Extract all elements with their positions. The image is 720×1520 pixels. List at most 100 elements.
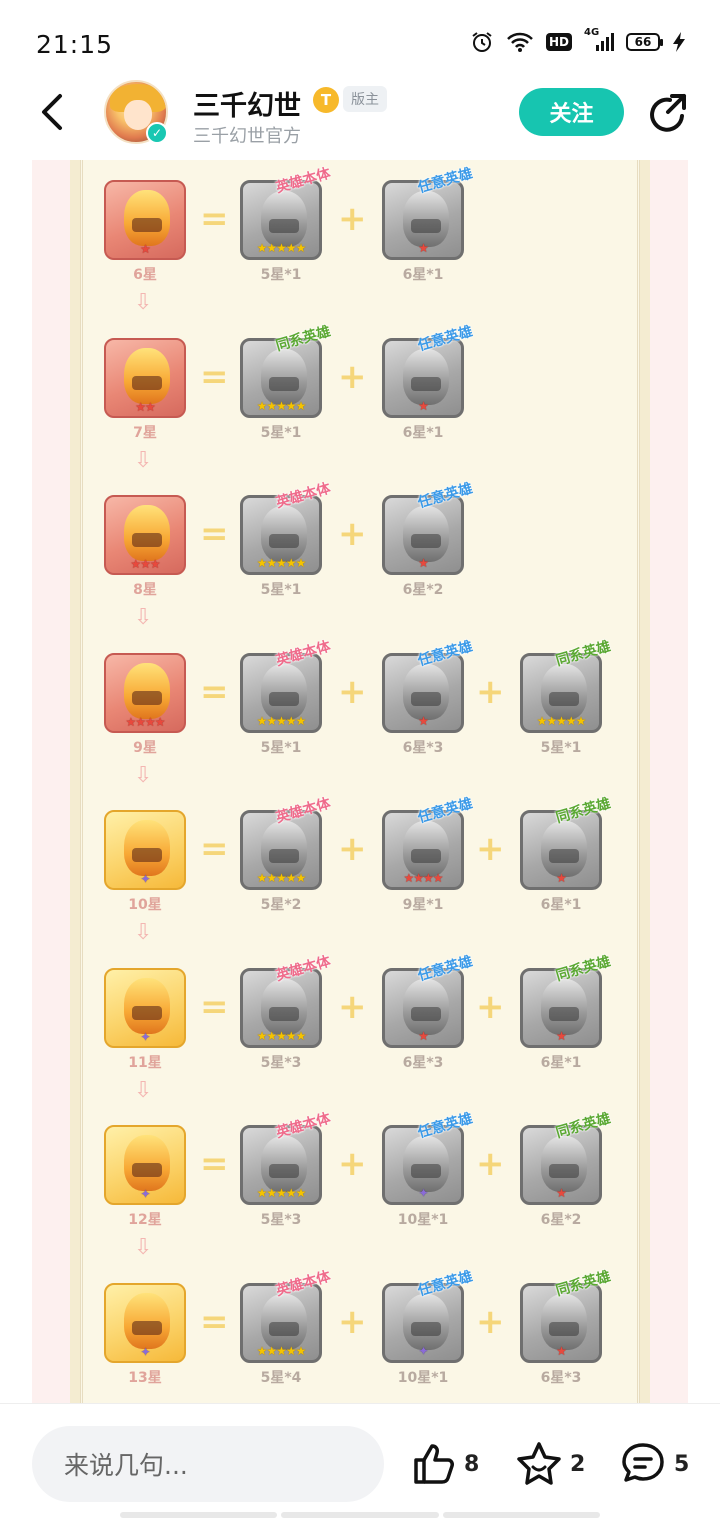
helmet-visor <box>411 1006 441 1021</box>
back-button[interactable] <box>34 92 74 132</box>
material-stars: ★★★★★ <box>256 713 307 728</box>
signal-icon: 4G <box>584 27 614 53</box>
equals-sign: = <box>200 829 229 869</box>
helmet-icon <box>541 1293 587 1350</box>
down-arrow-icon: ⇩ <box>134 290 153 315</box>
material-requirement: 9星*1 <box>402 897 444 913</box>
comment-count: 5 <box>674 1451 690 1477</box>
material-stars: ✦ <box>418 1343 428 1358</box>
target-star-label: 9星 <box>133 739 157 756</box>
helmet-visor <box>411 219 441 233</box>
target-hero-tile: ✦ <box>104 1125 186 1205</box>
upgrade-row: ✦ 12星 = ★★★★★ 英雄本体 5星*3 + ✦ 任意英雄 10星*1 + ★ 同系英雄 6星*2 ⇩ <box>32 1111 688 1265</box>
comment-input[interactable]: 来说几句... <box>32 1426 384 1502</box>
helmet-icon <box>124 977 170 1034</box>
target-hero-tile: ★★★ <box>104 495 186 575</box>
material-requirement: 6星*3 <box>402 739 444 756</box>
helmet-icon <box>261 821 307 877</box>
helmet-icon <box>124 1135 170 1191</box>
favorite-button[interactable]: 2 <box>516 1440 585 1488</box>
material-stars: ★ <box>418 556 429 570</box>
helmet-icon <box>403 348 449 405</box>
comment-icon <box>622 1443 664 1482</box>
status-bar: 21:15 HD 4G 66 <box>0 0 720 80</box>
comment-button[interactable]: 5 <box>620 1440 689 1488</box>
plus-sign: + <box>476 1144 505 1184</box>
helmet-visor <box>269 219 299 233</box>
share-button[interactable] <box>646 92 690 136</box>
material-requirement: 5星*3 <box>260 1212 302 1228</box>
target-star-label: 12星 <box>128 1212 162 1228</box>
plus-sign: + <box>338 199 367 239</box>
favorite-count: 2 <box>570 1451 586 1477</box>
material-stars: ★ <box>556 1028 567 1043</box>
like-count: 8 <box>464 1451 480 1477</box>
helmet-visor <box>269 376 299 391</box>
target-star-label: 8星 <box>133 582 157 598</box>
target-hero-tile: ★ <box>104 180 186 260</box>
helmet-visor <box>549 1321 579 1336</box>
material-stars: ★★★★★ <box>256 871 307 885</box>
down-arrow-icon: ⇩ <box>134 447 153 473</box>
down-arrow-icon: ⇩ <box>134 605 153 630</box>
upgrade-row: ★ 6星 = ★★★★★ 英雄本体 5星*1 + ★ 任意英雄 6星*1 ⇩ <box>32 166 688 320</box>
post-image[interactable]: ★ 6星 = ★★★★★ 英雄本体 5星*1 + ★ 任意英雄 6星*1 ⇩ ★★ 7星 = ★★★★★ 同系… <box>32 160 688 1403</box>
material-stars: ★★★★★ <box>256 1186 307 1200</box>
plus-sign: + <box>338 1144 367 1184</box>
helmet-icon <box>261 191 307 247</box>
helmet-visor <box>269 1164 299 1178</box>
helmet-visor <box>411 376 441 391</box>
target-star-label: 13星 <box>128 1369 162 1386</box>
target-stars: ✦ <box>140 1187 150 1201</box>
helmet-visor <box>411 534 441 548</box>
target-hero-tile: ★★★★ <box>104 652 186 733</box>
helmet-visor <box>269 1006 299 1021</box>
helmet-icon <box>261 978 307 1035</box>
helmet-icon <box>124 1292 170 1349</box>
down-arrow-icon: ⇩ <box>134 920 153 945</box>
helmet-visor <box>269 849 299 863</box>
helmet-icon <box>541 821 587 877</box>
helmet-icon <box>261 663 307 720</box>
user-name[interactable]: 三千幻世 <box>193 84 301 123</box>
helmet-visor <box>132 375 162 390</box>
material-requirement: 6星*1 <box>402 424 444 441</box>
target-stars: ✦ <box>140 1344 150 1359</box>
helmet-visor <box>549 691 579 706</box>
material-stars: ★ <box>418 241 429 255</box>
plus-sign: + <box>338 356 367 397</box>
material-requirement: 5星*4 <box>260 1369 302 1386</box>
helmet-visor <box>549 1006 579 1021</box>
follow-button[interactable]: 关注 <box>519 88 624 136</box>
material-requirement: 5星*1 <box>260 267 302 283</box>
target-hero-tile: ✦ <box>104 1282 186 1363</box>
material-requirement: 6星*1 <box>540 897 582 913</box>
material-requirement: 10星*1 <box>397 1369 449 1386</box>
helmet-icon <box>403 663 449 720</box>
material-requirement: 6星*3 <box>402 1054 444 1071</box>
star-icon <box>517 1442 561 1485</box>
material-stars: ★★★★★ <box>256 1028 307 1043</box>
equals-sign: = <box>200 671 229 712</box>
plus-sign: + <box>476 829 505 869</box>
helmet-icon <box>124 190 170 246</box>
material-stars: ★★★★★ <box>256 241 307 255</box>
material-requirement: 6星*2 <box>540 1212 582 1228</box>
helmet-icon <box>261 1293 307 1350</box>
equals-sign: = <box>200 356 229 397</box>
helmet-visor <box>549 849 579 863</box>
equals-sign: = <box>200 1301 229 1342</box>
home-indicator <box>120 1512 600 1518</box>
helmet-icon <box>541 1136 587 1192</box>
helmet-visor <box>269 1321 299 1336</box>
material-requirement: 5星*1 <box>260 424 302 441</box>
target-hero-tile: ★★ <box>104 337 186 418</box>
material-stars: ★★★★ <box>403 871 443 885</box>
battery-icon: 66 <box>626 33 663 51</box>
like-button[interactable]: 8 <box>412 1440 479 1488</box>
status-time: 21:15 <box>36 30 114 59</box>
material-requirement: 6星*1 <box>540 1054 582 1071</box>
material-requirement: 6星*2 <box>402 582 444 598</box>
helmet-icon <box>403 821 449 877</box>
down-arrow-icon: ⇩ <box>134 1235 153 1260</box>
